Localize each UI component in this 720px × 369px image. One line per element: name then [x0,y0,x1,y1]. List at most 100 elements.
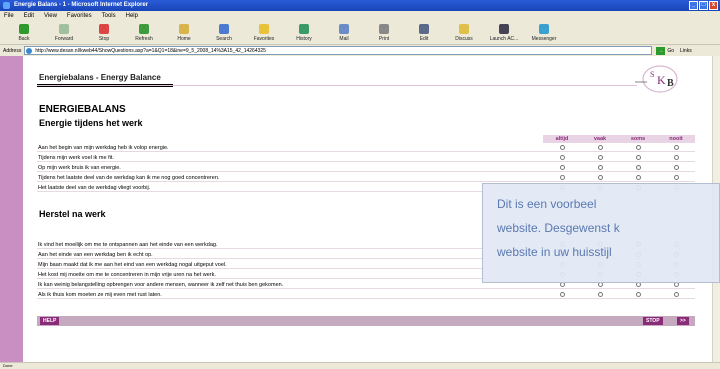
favorites-star-icon [259,24,269,34]
answer-radio-vaak[interactable] [597,155,603,160]
menu-file[interactable]: File [4,13,14,19]
maximize-button[interactable]: □ [699,1,708,10]
answer-radio-vaak[interactable] [597,145,603,150]
answer-radio-vaak[interactable] [597,175,603,180]
svg-text:S: S [650,70,654,79]
answer-radio-nooit[interactable] [673,175,679,180]
answer-radio-altijd[interactable] [559,175,565,180]
question-row: Als ik thuis kom moeten ze mij even met … [37,291,695,299]
answer-radio-nooit[interactable] [673,165,679,170]
answer-radio-vaak[interactable] [597,292,603,297]
answer-radio-altijd[interactable] [559,155,565,160]
toolbar-label: Refresh [135,36,153,42]
svg-text:B: B [667,78,674,89]
toolbar-label: Print [378,36,390,42]
toolbar-button-back[interactable]: Back [4,24,44,44]
answer-radio-altijd[interactable] [559,292,565,297]
section-title-energy: Energie tijdens het werk [39,118,143,128]
messenger-icon [539,24,549,34]
window-titlebar: Energie Balans - 1 - Microsoft Internet … [0,0,720,11]
left-decorative-stripe [0,56,23,362]
status-text: Done [3,363,13,368]
question-row: Tijdens mijn werk voel ik me fit. [37,154,695,162]
next-button[interactable]: >> [677,317,689,325]
toolbar-label: Back [18,36,30,42]
toolbar-button-stop[interactable]: Stop [84,24,124,44]
refresh-icon [139,24,149,34]
answer-radio-nooit[interactable] [673,145,679,150]
question-text: Het kost mij moeite om me te concentrere… [38,272,216,278]
menu-bar: File Edit View Favorites Tools Help [0,11,720,21]
links-button[interactable]: Links [680,48,692,54]
toolbar-button-print[interactable]: Print [364,24,404,44]
toolbar-label: Edit [419,36,429,42]
toolbar-button-messenger[interactable]: Messenger [524,24,564,44]
toolbar-label: Search [216,36,232,42]
toolbar-label: Messenger [531,36,557,42]
menu-edit[interactable]: Edit [24,13,34,19]
toolbar-label: Mail [339,36,349,42]
print-icon [379,24,389,34]
column-header-soms: soms [630,136,646,142]
toolbar-label: Favorites [253,36,275,42]
help-button[interactable]: HELP [40,317,60,325]
example-website-notice: Dit is een voorbeel website. Desgewenst … [482,183,720,283]
address-bar: Address http://www.desan.nl/kweb44/ShowQ… [0,45,720,56]
column-header-vaak: vaak [593,136,607,142]
answer-column-headers: altijd vaak soms nooit [543,135,695,143]
minimize-button[interactable]: _ [689,1,698,10]
toolbar-button-launchac[interactable]: Launch AC... [484,24,524,44]
stop-button[interactable]: STOP [643,317,663,325]
question-text: Ik vind het moeilijk om me te ontspannen… [38,242,218,248]
forward-arrow-icon [59,24,69,34]
svg-text:K: K [657,73,666,87]
answer-radio-vaak[interactable] [597,165,603,170]
answer-radio-soms[interactable] [635,165,641,170]
toolbar-button-mail[interactable]: Mail [324,24,364,44]
question-text: Mijn baan maakt dat ik me aan het eind v… [38,262,227,268]
toolbar-button-forward[interactable]: Forward [44,24,84,44]
question-text: Op mijn werk bruis ik van energie. [38,165,121,171]
skb-logo: S K B [635,65,678,93]
address-input[interactable]: http://www.desan.nl/kweb44/ShowQuestions… [24,46,653,55]
window-title: Energie Balans - 1 - Microsoft Internet … [14,2,149,8]
mail-icon [339,24,349,34]
ie-app-icon [3,2,10,9]
answer-radio-soms[interactable] [635,145,641,150]
menu-help[interactable]: Help [126,13,138,19]
close-button[interactable]: x [709,1,718,10]
page-title: ENERGIEBALANS [39,104,126,115]
menu-view[interactable]: View [44,13,57,19]
go-button[interactable]: Go [667,48,674,54]
question-row: Aan het begin van mijn werkdag heb ik vo… [37,144,695,152]
answer-radio-nooit[interactable] [673,155,679,160]
answer-radio-soms[interactable] [635,292,641,297]
discuss-icon [459,24,469,34]
toolbar-label: Launch AC... [489,36,519,42]
home-icon [179,24,189,34]
toolbar-label: Stop [98,36,110,42]
answer-radio-soms[interactable] [635,155,641,160]
page-header: Energiebalans - Energy Balance [39,73,161,82]
go-arrow-icon[interactable]: → [656,46,666,55]
toolbar-button-refresh[interactable]: Refresh [124,24,164,44]
answer-radio-nooit[interactable] [673,292,679,297]
toolbar-label: Home [177,36,191,42]
toolbar-button-history[interactable]: History [284,24,324,44]
page-icon [26,48,33,54]
notice-line-2: website. Desgewenst k [497,221,620,235]
menu-favorites[interactable]: Favorites [67,13,92,19]
toolbar-button-search[interactable]: Search [204,24,244,44]
section-title-recovery: Herstel na werk [39,209,106,219]
toolbar-button-edit[interactable]: Edit [404,24,444,44]
toolbar-label: Discuss [455,36,473,42]
toolbar-button-favorites[interactable]: Favorites [244,24,284,44]
stop-icon [99,24,109,34]
answer-radio-soms[interactable] [635,175,641,180]
answer-radio-altijd[interactable] [559,165,565,170]
question-text: Aan het begin van mijn werkdag heb ik vo… [38,145,169,151]
menu-tools[interactable]: Tools [102,13,116,19]
answer-radio-altijd[interactable] [559,145,565,150]
toolbar-button-home[interactable]: Home [164,24,204,44]
toolbar-button-discuss[interactable]: Discuss [444,24,484,44]
